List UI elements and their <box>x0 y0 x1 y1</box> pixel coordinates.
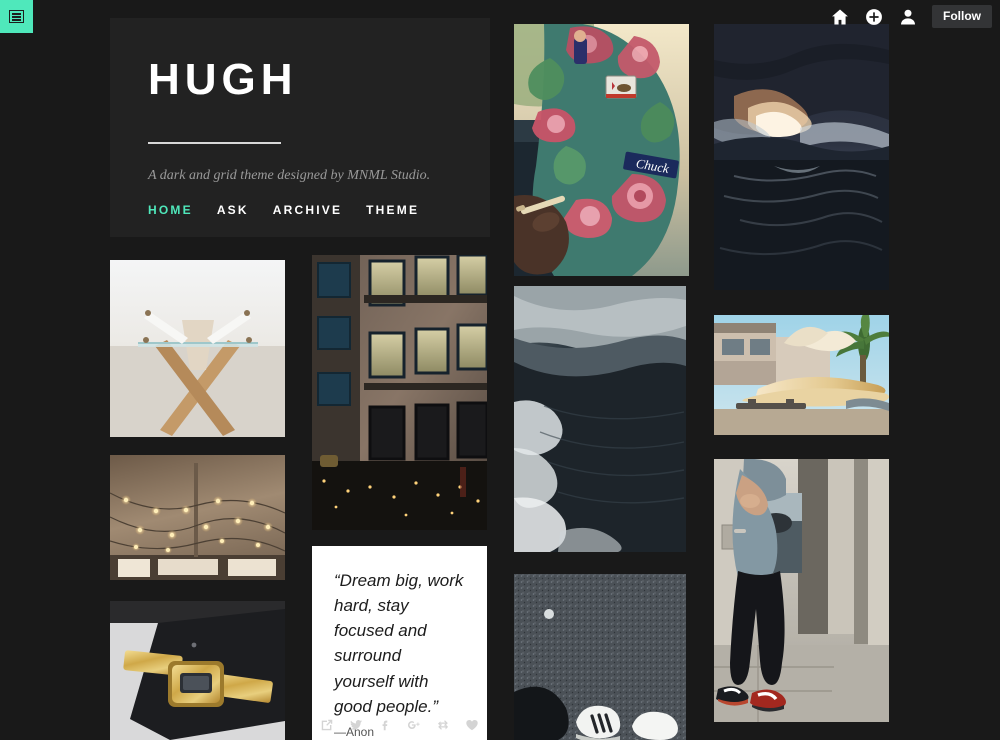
post-stormy-sunset-lake[interactable] <box>714 24 889 290</box>
home-icon[interactable] <box>830 7 850 27</box>
post-glass-wood-table[interactable] <box>110 260 285 437</box>
hamburger-menu-icon <box>9 10 24 23</box>
post-brick-building-facade[interactable] <box>312 255 487 530</box>
nav-item-theme[interactable]: Theme <box>366 203 419 217</box>
post-image <box>714 459 889 722</box>
follow-button[interactable]: Follow <box>932 5 992 28</box>
post-image <box>514 286 686 552</box>
like-heart-icon[interactable] <box>465 718 479 732</box>
post-quote-dream-big[interactable]: “Dream big, work hard, stay focused and … <box>312 546 487 740</box>
twitter-icon[interactable] <box>349 718 363 732</box>
blog-header-panel: HUGH A dark and grid theme designed by M… <box>110 18 490 237</box>
page-root: “Dream big, work hard, stay focused and … <box>0 0 1000 740</box>
hamburger-menu-button[interactable] <box>0 0 33 33</box>
create-post-icon[interactable] <box>864 7 884 27</box>
post-gold-watch-on-phone[interactable] <box>110 601 285 740</box>
post-image <box>110 455 285 580</box>
post-floral-bucket-hat[interactable]: Chuck <box>514 24 689 276</box>
primary-nav: Home Ask Archive Theme <box>148 203 419 217</box>
account-avatar-icon[interactable] <box>898 7 918 27</box>
title-divider <box>148 142 281 144</box>
post-image <box>714 315 889 435</box>
post-surfboards-on-car[interactable] <box>714 315 889 435</box>
post-sneakers-on-asphalt[interactable] <box>514 574 686 740</box>
post-image <box>110 601 285 740</box>
nav-item-home[interactable]: Home <box>148 203 193 217</box>
facebook-icon[interactable] <box>378 718 392 732</box>
blog-description: A dark and grid theme designed by MNML S… <box>148 168 431 183</box>
post-image <box>514 574 686 740</box>
top-bar-actions: Follow <box>830 0 992 33</box>
post-street-portrait-red-sneakers[interactable] <box>714 459 889 722</box>
share-external-icon[interactable] <box>320 718 334 732</box>
reblog-icon[interactable] <box>436 718 450 732</box>
page-title: HUGH <box>148 55 298 104</box>
post-image: Chuck <box>514 24 689 276</box>
post-string-lights-ceiling[interactable] <box>110 455 285 580</box>
nav-item-archive[interactable]: Archive <box>273 203 342 217</box>
post-image <box>110 260 285 437</box>
post-dark-ocean-wave[interactable] <box>514 286 686 552</box>
quote-action-bar <box>312 718 487 732</box>
google-plus-icon[interactable] <box>407 718 421 732</box>
nav-item-ask[interactable]: Ask <box>217 203 249 217</box>
quote-text: “Dream big, work hard, stay focused and … <box>334 571 464 716</box>
post-image <box>714 24 889 290</box>
post-image <box>312 255 487 530</box>
